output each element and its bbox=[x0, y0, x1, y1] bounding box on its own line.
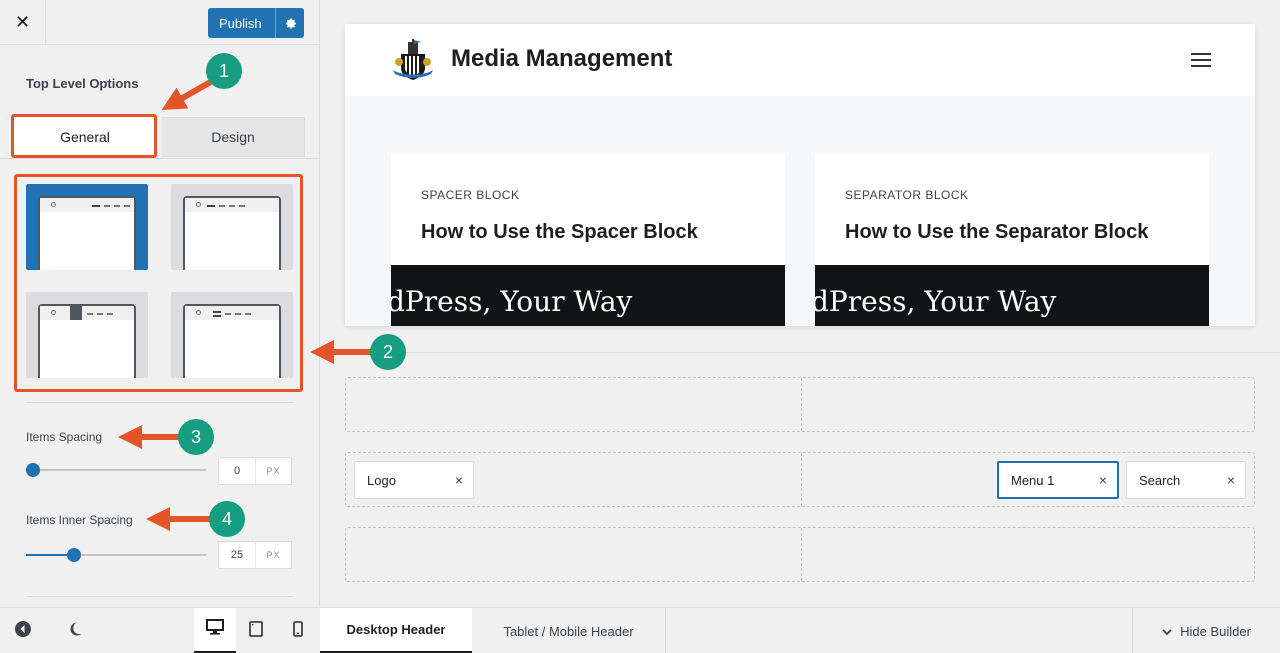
sidebar-topbar: ✕ Publish bbox=[0, 0, 319, 45]
publish-button[interactable]: Publish bbox=[208, 8, 304, 38]
dark-mode-button[interactable] bbox=[52, 608, 98, 653]
remove-item-icon[interactable]: × bbox=[1089, 472, 1117, 488]
moon-icon bbox=[67, 621, 83, 642]
layout-option-4[interactable] bbox=[171, 292, 293, 378]
site-header: Media Management bbox=[345, 24, 1255, 96]
unit-selector[interactable]: PX bbox=[255, 542, 291, 568]
tab-design[interactable]: Design bbox=[162, 117, 305, 157]
tab-mobile-header[interactable]: Tablet / Mobile Header bbox=[472, 608, 666, 653]
mobile-icon bbox=[293, 620, 303, 642]
items-inner-spacing-value[interactable]: 25 bbox=[219, 549, 255, 561]
annotation-badge: 2 bbox=[370, 334, 406, 370]
builder-footer: Desktop Header Tablet / Mobile Header Hi… bbox=[320, 607, 1280, 653]
builder-item-search[interactable]: Search × bbox=[1126, 461, 1246, 499]
builder-item-label: Logo bbox=[367, 472, 396, 488]
close-icon: ✕ bbox=[14, 12, 31, 32]
items-inner-spacing-input[interactable]: 25 PX bbox=[218, 541, 292, 569]
remove-item-icon[interactable]: × bbox=[1217, 472, 1245, 488]
hide-builder-button[interactable]: Hide Builder bbox=[1132, 608, 1280, 653]
items-spacing-input[interactable]: 0 PX bbox=[218, 457, 292, 485]
layout-option-3[interactable] bbox=[26, 292, 148, 378]
slider-handle[interactable] bbox=[26, 463, 40, 477]
post-card[interactable]: SEPARATOR BLOCK How to Use the Separator… bbox=[815, 154, 1209, 326]
site-preview: Media Management SPACER BLOCK How to Use… bbox=[345, 24, 1255, 326]
gear-icon[interactable] bbox=[276, 17, 304, 30]
header-layout-options bbox=[26, 184, 294, 380]
post-thumbnail[interactable]: dPress, Your Way bbox=[815, 265, 1209, 326]
unit-selector[interactable]: PX bbox=[255, 458, 291, 484]
layout-option-1[interactable] bbox=[26, 184, 148, 270]
annotation-badge: 3 bbox=[178, 419, 214, 455]
hamburger-menu-icon[interactable] bbox=[1191, 52, 1211, 73]
builder-row-main[interactable]: Logo × Menu 1 × Search × bbox=[345, 452, 1255, 507]
desktop-icon bbox=[206, 619, 224, 640]
mobile-preview-button[interactable] bbox=[278, 608, 318, 653]
post-category[interactable]: SEPARATOR BLOCK bbox=[845, 188, 969, 202]
layout-option-2[interactable] bbox=[171, 184, 293, 270]
items-spacing-label: Items Spacing bbox=[26, 430, 103, 444]
builder-row-bottom[interactable] bbox=[345, 527, 1255, 582]
hide-builder-label: Hide Builder bbox=[1180, 623, 1251, 639]
post-title[interactable]: How to Use the Separator Block bbox=[845, 221, 1148, 244]
slider-handle[interactable] bbox=[67, 548, 81, 562]
remove-item-icon[interactable]: × bbox=[445, 472, 473, 488]
arrow-left-circle-icon bbox=[14, 620, 32, 643]
builder-item-label: Search bbox=[1139, 472, 1181, 488]
post-category[interactable]: SPACER BLOCK bbox=[421, 188, 519, 202]
customizer-sidebar: ✕ Publish Top Level Options General Desi… bbox=[0, 0, 320, 653]
site-title[interactable]: Media Management bbox=[451, 45, 672, 73]
annotation-badge: 1 bbox=[206, 53, 242, 89]
publish-label: Publish bbox=[219, 15, 262, 31]
collapse-sidebar-button[interactable] bbox=[0, 608, 46, 653]
items-spacing-slider[interactable] bbox=[26, 463, 206, 477]
items-inner-spacing-label: Items Inner Spacing bbox=[26, 513, 133, 527]
items-spacing-value[interactable]: 0 bbox=[219, 465, 255, 477]
site-logo[interactable] bbox=[391, 38, 435, 87]
tablet-preview-button[interactable] bbox=[236, 608, 276, 653]
desktop-preview-button[interactable] bbox=[194, 608, 236, 653]
builder-item-logo[interactable]: Logo × bbox=[354, 461, 474, 499]
browser-preview-icon bbox=[38, 304, 136, 378]
tab-general[interactable]: General bbox=[14, 117, 156, 157]
sidebar-bottom-bar bbox=[0, 607, 320, 653]
builder-row-top[interactable] bbox=[345, 377, 1255, 432]
chevron-down-icon bbox=[1162, 624, 1172, 639]
section-title: Top Level Options bbox=[26, 76, 139, 91]
post-title[interactable]: How to Use the Spacer Block bbox=[421, 221, 698, 244]
annotation-badge: 4 bbox=[209, 501, 245, 537]
post-thumbnail[interactable]: dPress, Your Way bbox=[391, 265, 785, 326]
browser-preview-icon bbox=[183, 304, 281, 378]
tablet-icon bbox=[249, 620, 263, 642]
browser-preview-icon bbox=[183, 196, 281, 270]
close-button[interactable]: ✕ bbox=[0, 0, 46, 45]
builder-item-label: Menu 1 bbox=[1011, 472, 1055, 488]
options-tabs: General Design bbox=[14, 117, 305, 157]
builder-item-menu[interactable]: Menu 1 × bbox=[997, 461, 1119, 499]
tab-desktop-header[interactable]: Desktop Header bbox=[320, 608, 472, 653]
items-inner-spacing-slider[interactable] bbox=[26, 548, 206, 562]
post-card[interactable]: SPACER BLOCK How to Use the Spacer Block… bbox=[391, 154, 785, 326]
browser-preview-icon bbox=[38, 196, 136, 270]
